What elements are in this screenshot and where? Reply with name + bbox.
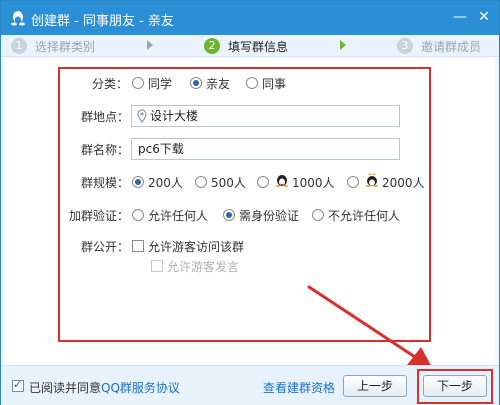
- minimize-button[interactable]: —: [449, 7, 471, 27]
- verify-radio-nobody[interactable]: [312, 209, 324, 221]
- next-step-button[interactable]: 下一步: [423, 375, 487, 397]
- prev-step-button[interactable]: 上一步: [343, 375, 407, 397]
- close-button[interactable]: ✕: [473, 7, 495, 27]
- step-2-label: 填写群信息: [228, 40, 289, 54]
- vip-penguin-icon: [276, 175, 288, 187]
- agree-prefix: 已阅读并同意: [29, 381, 102, 395]
- qq-penguin-icon: [11, 11, 25, 26]
- size-radio-2000[interactable]: [347, 176, 359, 188]
- group-name-input[interactable]: pc6下载: [131, 138, 400, 160]
- window-title: 创建群 - 同事朋友 - 亲友: [31, 14, 174, 29]
- agree-checkbox[interactable]: [12, 378, 24, 392]
- category-radio-relatives[interactable]: [190, 77, 202, 89]
- group-public-label: 群公开：: [81, 240, 130, 254]
- category-radio-classmate[interactable]: [132, 77, 144, 89]
- allow-visitor-post-checkbox[interactable]: [151, 260, 163, 272]
- verify-option-anyone[interactable]: 允许任何人: [148, 207, 208, 224]
- verify-radio-identity[interactable]: [223, 209, 235, 221]
- allow-visitor-checkbox[interactable]: [132, 240, 144, 252]
- agree-statement: 已阅读并同意QQ群服务协议: [29, 379, 180, 396]
- step-indicator: 1 选择群类别 2 填写群信息 3 邀请群成员: [1, 35, 499, 57]
- step-arrow-icon: [340, 40, 346, 50]
- location-input[interactable]: 设计大楼: [131, 105, 400, 127]
- size-radio-500[interactable]: [195, 176, 207, 188]
- step-3-number: 3: [397, 38, 413, 54]
- view-eligibility-link[interactable]: 查看建群资格: [263, 379, 335, 396]
- location-value: 设计大楼: [150, 109, 199, 123]
- group-name-label: 群名称：: [81, 143, 130, 157]
- title-bar[interactable]: 创建群 - 同事朋友 - 亲友 — ✕: [1, 1, 499, 35]
- step-2-number: 2: [204, 38, 220, 54]
- step-arrow-icon: [147, 40, 153, 50]
- size-option-500[interactable]: 500人: [211, 174, 246, 191]
- footer-bar: 已阅读并同意QQ群服务协议 查看建群资格 上一步 下一步: [1, 365, 499, 405]
- category-label: 分类：: [92, 77, 129, 91]
- category-option-colleague[interactable]: 同事: [262, 75, 286, 92]
- size-option-1000[interactable]: 1000人: [292, 174, 335, 191]
- verify-option-nobody[interactable]: 不允许任何人: [328, 207, 400, 224]
- join-verify-label: 加群验证：: [69, 209, 130, 223]
- allow-visitor-label[interactable]: 允许游客访问该群: [148, 238, 244, 255]
- create-group-window: 创建群 - 同事朋友 - 亲友 — ✕ 1 选择群类别 2 填写群信息 3 邀请…: [0, 0, 500, 405]
- step-3-label: 邀请群成员: [421, 40, 482, 54]
- step-1-label: 选择群类别: [35, 40, 96, 54]
- service-agreement-link[interactable]: QQ群服务协议: [101, 381, 180, 395]
- group-name-value: pc6下载: [138, 142, 184, 156]
- category-radio-colleague[interactable]: [246, 77, 258, 89]
- size-option-200[interactable]: 200人: [148, 174, 183, 191]
- allow-visitor-post-label: 允许游客发言: [167, 260, 240, 274]
- verify-radio-anyone[interactable]: [132, 209, 144, 221]
- category-option-classmate[interactable]: 同学: [148, 75, 172, 92]
- pointer-arrow-icon: [307, 285, 433, 369]
- size-option-2000[interactable]: 2000人: [382, 174, 425, 191]
- step-1-number: 1: [11, 38, 27, 54]
- verify-option-identity[interactable]: 需身份验证: [239, 207, 299, 224]
- location-label: 群地点：: [81, 110, 130, 124]
- category-option-relatives[interactable]: 亲友: [206, 75, 230, 92]
- location-pin-icon: [137, 109, 147, 123]
- svip-penguin-icon: [366, 173, 378, 187]
- size-radio-200[interactable]: [132, 176, 144, 188]
- size-radio-1000[interactable]: [257, 176, 269, 188]
- group-size-label: 群规模：: [81, 176, 130, 190]
